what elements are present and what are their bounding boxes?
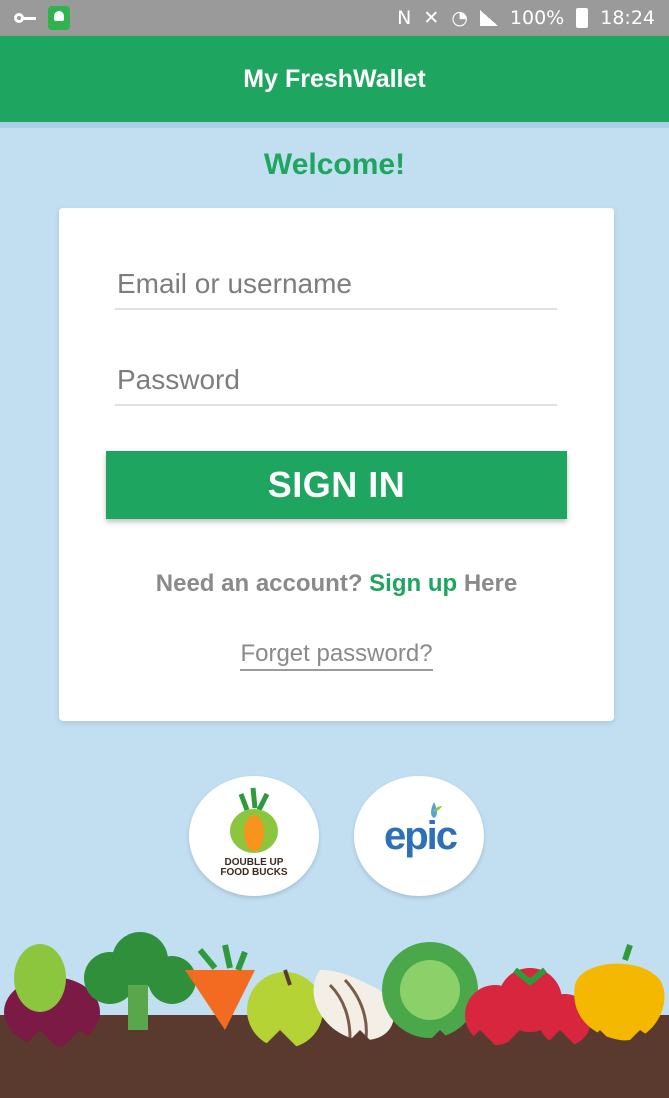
sign-up-suffix: Here bbox=[463, 570, 518, 597]
account-prompt-text: Need an account? bbox=[155, 570, 363, 597]
forgot-password-row: Forget password? bbox=[59, 640, 614, 671]
double-up-line2: FOOD BUCKS bbox=[220, 867, 288, 878]
forgot-password-link[interactable]: Forget password? bbox=[240, 640, 433, 671]
battery-icon bbox=[576, 8, 589, 28]
wifi-icon: ◔ bbox=[451, 7, 468, 29]
password-field[interactable] bbox=[115, 356, 557, 406]
login-card: SIGN IN Need an account? Sign up Here Fo… bbox=[59, 208, 614, 721]
double-up-food-bucks-logo: DOUBLE UP FOOD BUCKS bbox=[189, 776, 319, 896]
nfc-icon: N bbox=[397, 7, 412, 29]
key-icon bbox=[14, 12, 36, 24]
epic-wordmark: epic bbox=[383, 814, 458, 858]
apple-carrot-icon bbox=[230, 787, 278, 853]
app-bar: My FreshWallet bbox=[0, 36, 669, 122]
status-bar: N ✕ ◔ 100% 18:24 bbox=[0, 0, 669, 36]
app-title: My FreshWallet bbox=[243, 64, 426, 93]
double-up-label: DOUBLE UP FOOD BUCKS bbox=[189, 858, 319, 878]
sign-in-button[interactable]: SIGN IN bbox=[106, 451, 567, 519]
battery-percent: 100% bbox=[509, 7, 565, 29]
account-prompt-line: Need an account? Sign up Here bbox=[59, 570, 614, 598]
sign-up-link[interactable]: Sign up bbox=[369, 570, 457, 597]
vegetable-banner-illustration bbox=[0, 932, 669, 1098]
clock: 18:24 bbox=[600, 7, 655, 29]
email-field[interactable] bbox=[115, 260, 557, 310]
epic-logo: epic bbox=[354, 776, 484, 896]
mute-icon: ✕ bbox=[423, 7, 440, 29]
vpn-lock-icon bbox=[48, 6, 70, 30]
signal-icon bbox=[479, 10, 498, 26]
app-bar-shadow bbox=[0, 122, 669, 128]
welcome-heading: Welcome! bbox=[263, 148, 406, 181]
